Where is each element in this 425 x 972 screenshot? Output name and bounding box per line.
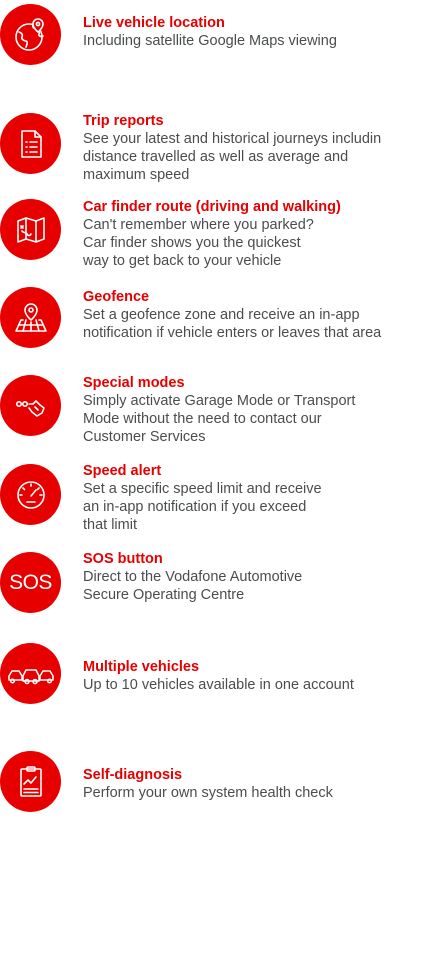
key-icon <box>0 375 61 436</box>
feature-description-line: notification if vehicle enters or leaves… <box>83 325 382 341</box>
document-list-icon <box>0 113 61 174</box>
feature-text: Multiple vehicles Up to 10 vehicles avai… <box>83 658 425 694</box>
feature-description-line: Direct to the Vodafone Automotive <box>83 569 303 585</box>
feature-description-line: an in-app notification if you exceed <box>83 499 307 515</box>
feature-description-line: way to get back to your vehicle <box>83 253 282 269</box>
feature-description-line: Mode without the need to contact our <box>83 411 322 427</box>
sos-icon-label: SOS <box>9 570 52 594</box>
feature-description-line: Set a geofence zone and receive an in-ap… <box>83 307 360 323</box>
speedometer-icon <box>0 464 61 525</box>
feature-title: Special modes <box>83 375 185 391</box>
feature-text: Geofence Set a geofence zone and receive… <box>83 288 425 342</box>
feature-text: Special modes Simply activate Garage Mod… <box>83 374 425 446</box>
feature-description-line: distance travelled as well as average an… <box>83 149 349 165</box>
multiple-cars-icon <box>0 643 61 704</box>
feature-title: Live vehicle location <box>83 15 225 31</box>
feature-description-line: Can't remember where you parked? <box>83 217 314 233</box>
map-icon <box>0 199 61 260</box>
feature-text: Live vehicle location Including satellit… <box>83 14 425 50</box>
feature-title: Geofence <box>83 289 150 305</box>
feature-text: Car finder route (driving and walking) C… <box>83 198 425 270</box>
feature-title: Self-diagnosis <box>83 767 183 783</box>
globe-location-icon <box>0 4 61 65</box>
feature-description-line: Simply activate Garage Mode or Transport <box>83 393 356 409</box>
feature-description-line: Secure Operating Centre <box>83 587 245 603</box>
sos-icon: SOS <box>0 552 61 613</box>
feature-text: Self-diagnosis Perform your own system h… <box>83 766 425 802</box>
feature-description-line: Set a specific speed limit and receive <box>83 481 322 497</box>
feature-description-line: Car finder shows you the quickest <box>83 235 301 251</box>
clipboard-diagnosis-icon <box>0 751 61 812</box>
feature-text: SOS button Direct to the Vodafone Automo… <box>83 550 425 604</box>
feature-description-line: Perform your own system health check <box>83 785 333 801</box>
feature-title: Car finder route (driving and walking) <box>83 199 341 215</box>
feature-description-line: Customer Services <box>83 429 206 445</box>
feature-text: Trip reports See your latest and histori… <box>83 112 425 184</box>
feature-description-line: Including satellite Google Maps viewing <box>83 33 337 49</box>
feature-description-line: Up to 10 vehicles available in one accou… <box>83 677 354 693</box>
feature-text: Speed alert Set a specific speed limit a… <box>83 462 425 534</box>
feature-title: SOS button <box>83 551 163 567</box>
feature-description-line: maximum speed <box>83 167 190 183</box>
feature-title: Multiple vehicles <box>83 659 200 675</box>
feature-description-line: See your latest and historical journeys … <box>83 131 382 147</box>
feature-title: Speed alert <box>83 463 162 479</box>
feature-title: Trip reports <box>83 113 164 129</box>
geofence-pin-icon <box>0 287 61 348</box>
feature-description-line: that limit <box>83 517 137 533</box>
